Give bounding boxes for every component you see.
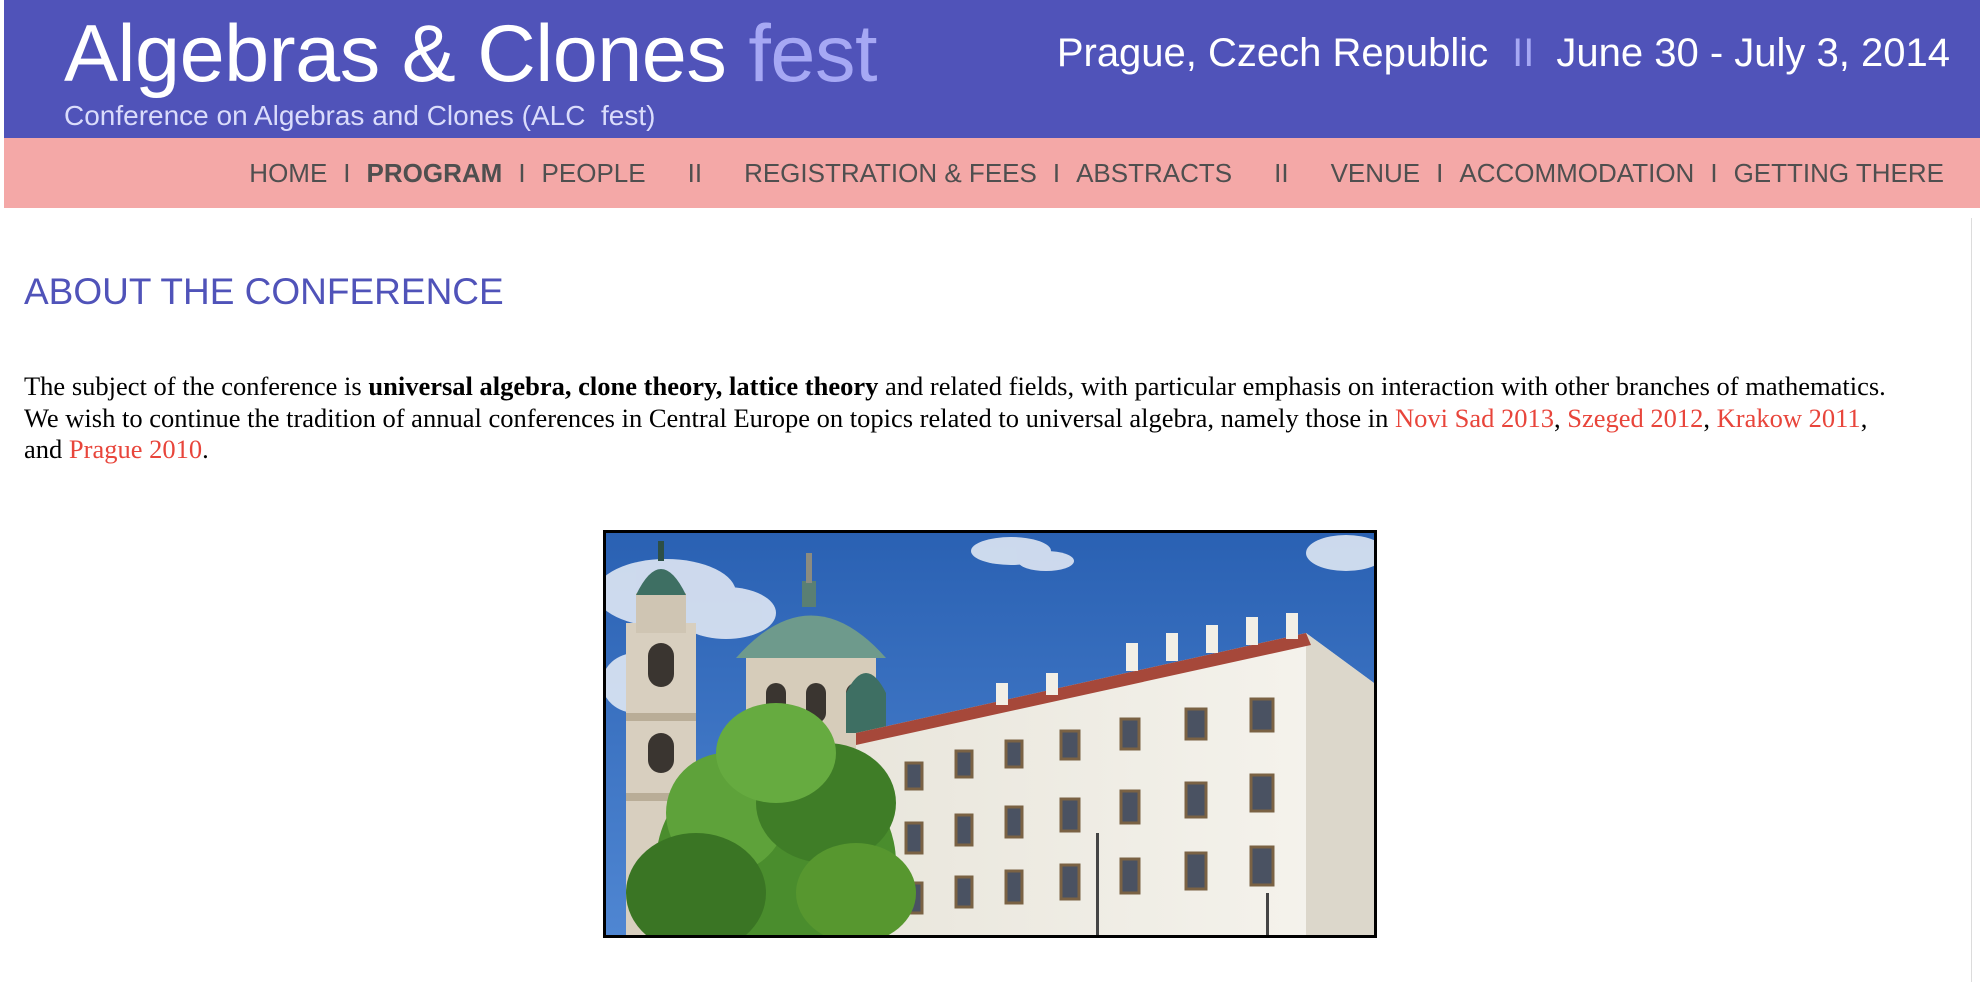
header-meta: Prague, Czech Republic II June 30 - July 3… [1057, 28, 1950, 78]
nav-program[interactable]: PROGRAM [367, 158, 503, 189]
nav-items: HOME I PROGRAM I PEOPLE II REGISTRATION … [249, 138, 1944, 208]
link-prague-2010[interactable]: Prague 2010 [69, 434, 202, 464]
site-title-main: Algebras & Clones [64, 9, 727, 99]
nav-getting-there[interactable]: GETTING THERE [1734, 158, 1944, 189]
site-title-accent: fest [748, 9, 877, 99]
main-content: ABOUT THE CONFERENCE The subject of the … [0, 208, 1980, 982]
page-heading: ABOUT THE CONFERENCE [24, 271, 504, 312]
site-header: Algebras & Clones fest Conference on Alg… [4, 0, 1980, 138]
nav-venue[interactable]: VENUE [1331, 158, 1421, 189]
nav-home[interactable]: HOME [249, 158, 327, 189]
nav-separator: I [343, 157, 351, 188]
header-dates: June 30 - July 3, 2014 [1556, 31, 1950, 75]
intro-text: The subject of the conference is [24, 371, 369, 401]
nav-abstracts[interactable]: ABSTRACTS [1076, 158, 1232, 189]
content-divider [1971, 218, 1972, 982]
nav-separator: I [518, 157, 526, 188]
link-szeged-2012[interactable]: Szeged 2012 [1567, 403, 1703, 433]
nav-separator: I [1710, 157, 1718, 188]
prague-photo-illustration [606, 533, 1374, 935]
intro-text: , [1554, 402, 1568, 433]
intro-text: , [1703, 402, 1717, 433]
intro-text: . [202, 434, 209, 464]
site-title[interactable]: Algebras & Clones fest [64, 6, 877, 102]
link-krakow-2011[interactable]: Krakow 2011 [1717, 403, 1861, 433]
nav-separator: I [1436, 157, 1444, 188]
site-subtitle: Conference on Algebras and Clones (ALC f… [64, 100, 656, 131]
link-novi-sad-2013[interactable]: Novi Sad 2013 [1395, 403, 1554, 433]
nav-people[interactable]: PEOPLE [542, 158, 646, 189]
nav-registration[interactable]: REGISTRATION & FEES [744, 158, 1037, 189]
nav-accommodation[interactable]: ACCOMMODATION [1459, 158, 1694, 189]
main-nav: HOME I PROGRAM I PEOPLE II REGISTRATION … [4, 138, 1980, 208]
header-separator: II [1512, 31, 1535, 75]
nav-separator: I [1052, 157, 1061, 188]
nav-group-separator: II [1274, 157, 1289, 188]
prague-photo [603, 530, 1377, 938]
header-location: Prague, Czech Republic [1056, 31, 1489, 75]
intro-paragraph: The subject of the conference is univers… [24, 371, 1904, 466]
nav-group-separator: II [687, 157, 703, 188]
intro-bold-topics: universal algebra, clone theory, lattice… [368, 371, 879, 401]
